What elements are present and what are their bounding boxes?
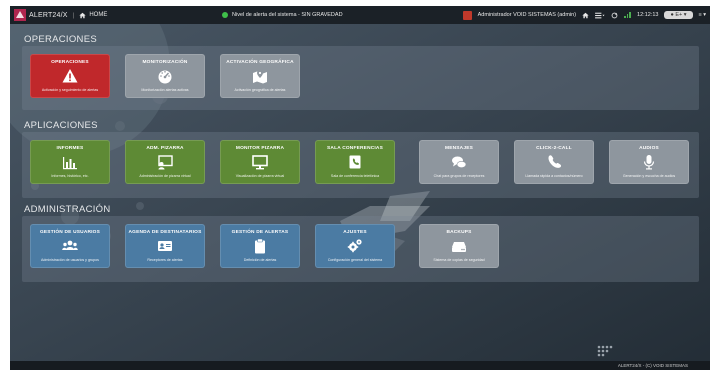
panel-aplicaciones: INFORMES Informes, histórico, etc. ADM. …: [22, 132, 699, 198]
tile-description: Configuración general del sistema: [327, 258, 383, 262]
tile-activacion-geografica[interactable]: ACTIVACIÓN GEOGRÁFICA Activación geográf…: [220, 54, 300, 98]
chat-icon: [452, 156, 467, 169]
tile-description: Definición de alertas: [243, 258, 277, 262]
home-icon[interactable]: [582, 12, 589, 19]
section-title-administracion: ADMINISTRACIÓN: [24, 204, 111, 215]
tile-title: AUDIOS: [639, 146, 659, 151]
tile-monitorizacion[interactable]: MONITORIZACIÓN Monitorización alertas ac…: [125, 54, 205, 98]
tile-title: ADM. PIZARRA: [146, 146, 184, 151]
user-avatar-icon: [462, 10, 472, 20]
tile-description: Informes, histórico, etc.: [51, 174, 89, 178]
tile-title: ACTIVACIÓN GEOGRÁFICA: [226, 60, 294, 65]
company-logo-icon: [597, 345, 613, 357]
section-title-aplicaciones: APLICACIONES: [24, 120, 98, 131]
dashboard-gauge-icon: [158, 70, 172, 84]
tile-description: Sala de conferencia telefónica: [330, 174, 380, 178]
top-bar: ALERT24/X | HOME Nivel de alerta del sis…: [10, 6, 710, 24]
footer-bar: ALERT24/X - (C) VOID SISTEMAS: [10, 361, 710, 370]
warning-icon: [62, 69, 78, 83]
hard-drive-icon: [452, 242, 466, 252]
section-title-operaciones: OPERACIONES: [24, 34, 97, 45]
tile-description: Activación geográfica de alertas: [234, 88, 286, 92]
home-icon: [79, 12, 86, 18]
tile-title: MONITORIZACIÓN: [142, 60, 188, 65]
panel-operaciones: OPERACIONES Activación y seguimiento de …: [22, 46, 699, 110]
tile-description: Generación y escucha de audios: [622, 174, 676, 178]
tile-description: Visualización de pizarra virtual: [235, 174, 285, 178]
footer-copyright: ALERT24/X - (C) VOID SISTEMAS: [617, 363, 688, 368]
tile-description: Administración de usuarios y grupos: [41, 258, 99, 262]
tile-description: Chat para grupos de receptores: [433, 174, 485, 178]
bar-chart-icon: [63, 157, 77, 170]
app-window: ALERT24/X | HOME Nivel de alerta del sis…: [10, 6, 710, 370]
tile-description: Monitorización alertas activas: [141, 88, 189, 92]
phone-book-icon: [349, 155, 361, 169]
tile-description: Receptores de alertas: [147, 258, 183, 262]
top-bar-right: Administrador VOID SISTEMAS (admin) 12:1…: [462, 10, 707, 20]
divider: |: [72, 11, 75, 19]
main-menu-button[interactable]: ≡ ▾: [699, 12, 707, 18]
tile-title: SALA CONFERENCIAS: [327, 146, 383, 151]
tile-mensajes[interactable]: MENSAJES Chat para grupos de receptores: [419, 140, 499, 184]
users-icon: [62, 240, 78, 250]
tile-operaciones[interactable]: OPERACIONES Activación y seguimiento de …: [30, 54, 110, 98]
tile-description: Activación y seguimiento de alertas: [41, 88, 99, 92]
tile-description: Sistema de copias de seguridad: [433, 258, 485, 262]
tile-title: INFORMES: [56, 146, 84, 151]
tile-click-2-call[interactable]: CLICK-2-CALL Llamada rápida a contactos/…: [514, 140, 594, 184]
status-dot-icon: [222, 12, 228, 18]
tile-title: AJUSTES: [343, 230, 367, 235]
tile-adm-pizarra[interactable]: ADM. PIZARRA Administración de pizarra v…: [125, 140, 205, 184]
tile-description: Administración de pizarra virtual: [139, 174, 191, 178]
app-brand: ALERT24/X: [29, 11, 68, 19]
alert-level-indicator: Nivel de alerta del sistema - SIN GRAVED…: [222, 12, 343, 18]
phone-icon: [548, 155, 562, 168]
alert-level-text: Nivel de alerta del sistema - SIN GRAVED…: [232, 12, 343, 18]
clipboard-icon: [255, 238, 265, 254]
tile-title: OPERACIONES: [51, 60, 89, 65]
tile-title: CLICK-2-CALL: [536, 146, 572, 151]
tile-audios[interactable]: AUDIOS Generación y escucha de audios: [609, 140, 689, 184]
list-menu-icon[interactable]: [595, 12, 605, 19]
tile-ajustes[interactable]: AJUSTES Configuración general del sistem…: [315, 224, 395, 268]
home-link[interactable]: HOME: [79, 12, 107, 19]
home-label: HOME: [89, 12, 108, 18]
user-name[interactable]: Administrador VOID SISTEMAS (admin): [478, 12, 576, 18]
tile-backups[interactable]: BACKUPS Sistema de copias de seguridad: [419, 224, 499, 268]
clock-time: 12:12:13: [637, 12, 659, 18]
microphone-icon: [643, 155, 655, 170]
tile-sala-conferencias[interactable]: SALA CONFERENCIAS Sala de conferencia te…: [315, 140, 395, 184]
tile-gestion-alertas[interactable]: GESTIÓN DE ALERTAS Definición de alertas: [220, 224, 300, 268]
whiteboard-icon: [158, 155, 173, 170]
tile-title: GESTIÓN DE ALERTAS: [231, 230, 289, 235]
map-marker-icon: [253, 70, 267, 84]
signal-strength-icon: [624, 12, 631, 18]
tile-title: MONITOR PIZARRA: [235, 146, 285, 151]
tile-title: AGENDA DE DESTINATARIOS: [128, 230, 202, 235]
app-logo-icon: [14, 9, 26, 21]
cogs-icon: [347, 239, 362, 253]
address-card-icon: [158, 241, 172, 251]
panel-administracion: GESTIÓN DE USUARIOS Administración de us…: [22, 216, 699, 282]
tile-title: GESTIÓN DE USUARIOS: [39, 230, 101, 235]
tile-gestion-usuarios[interactable]: GESTIÓN DE USUARIOS Administración de us…: [30, 224, 110, 268]
tile-monitor-pizarra[interactable]: MONITOR PIZARRA Visualización de pizarra…: [220, 140, 300, 184]
tile-agenda-destinatarios[interactable]: AGENDA DE DESTINATARIOS Receptores de al…: [125, 224, 205, 268]
status-pill-button[interactable]: ● E+ ▾: [664, 11, 693, 19]
refresh-icon[interactable]: [611, 12, 618, 19]
tile-title: BACKUPS: [446, 230, 472, 235]
tile-informes[interactable]: INFORMES Informes, histórico, etc.: [30, 140, 110, 184]
tile-title: MENSAJES: [445, 146, 473, 151]
monitor-icon: [252, 155, 268, 170]
tile-description: Llamada rápida a contactos/número: [525, 174, 583, 178]
